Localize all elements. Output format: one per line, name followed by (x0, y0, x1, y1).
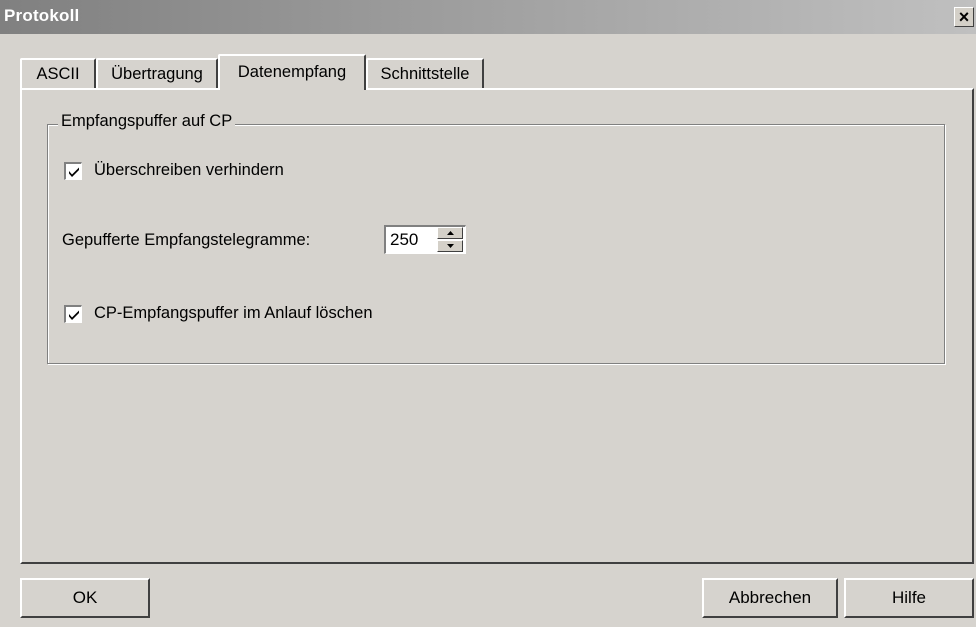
tab-label: Schnittstelle (380, 65, 470, 83)
ok-button[interactable]: OK (20, 578, 150, 618)
tab-label: Übertragung (111, 65, 203, 83)
help-button-label: Hilfe (891, 588, 926, 607)
stepper-down-button[interactable] (437, 240, 463, 252)
tab-ascii[interactable]: ASCII (20, 58, 96, 88)
checkmark-icon (69, 310, 79, 320)
close-button[interactable]: × (954, 7, 974, 27)
buffered-telegrams-label: Gepufferte Empfangstelegramme: (62, 231, 311, 249)
stepper-up-button[interactable] (437, 227, 463, 239)
cancel-button-label: Abbrechen (728, 588, 812, 607)
arrow-up-icon (447, 231, 454, 235)
overwrite-checkbox[interactable] (64, 162, 82, 180)
tab-label: ASCII (36, 65, 80, 83)
clear-on-startup-checkbox[interactable] (64, 305, 82, 323)
window-title: Protokoll (4, 6, 80, 25)
tab-datenempfang[interactable]: Datenempfang (218, 54, 366, 90)
protokoll-dialog: Protokoll × ASCII Übertragung Datenempfa… (0, 0, 976, 627)
help-button[interactable]: Hilfe (844, 578, 974, 618)
tab-label: Datenempfang (237, 63, 347, 81)
group-box-title: Empfangspuffer auf CP (58, 112, 236, 131)
title-bar[interactable]: Protokoll × (0, 0, 976, 34)
overwrite-checkbox-label[interactable]: Überschreiben verhindern (94, 161, 284, 180)
ok-button-label: OK (72, 588, 98, 607)
clear-on-startup-checkbox-label[interactable]: CP-Empfangspuffer im Anlauf löschen (94, 304, 373, 323)
tab-schnittstelle[interactable]: Schnittstelle (366, 58, 484, 88)
cancel-button[interactable]: Abbrechen (702, 578, 838, 618)
checkmark-icon (69, 167, 79, 177)
buffered-telegrams-stepper[interactable]: 250 (384, 225, 466, 254)
tab-uebertragung[interactable]: Übertragung (96, 58, 218, 88)
close-icon: × (958, 7, 970, 27)
arrow-down-icon (447, 244, 454, 248)
buffered-telegrams-value[interactable]: 250 (390, 230, 418, 250)
